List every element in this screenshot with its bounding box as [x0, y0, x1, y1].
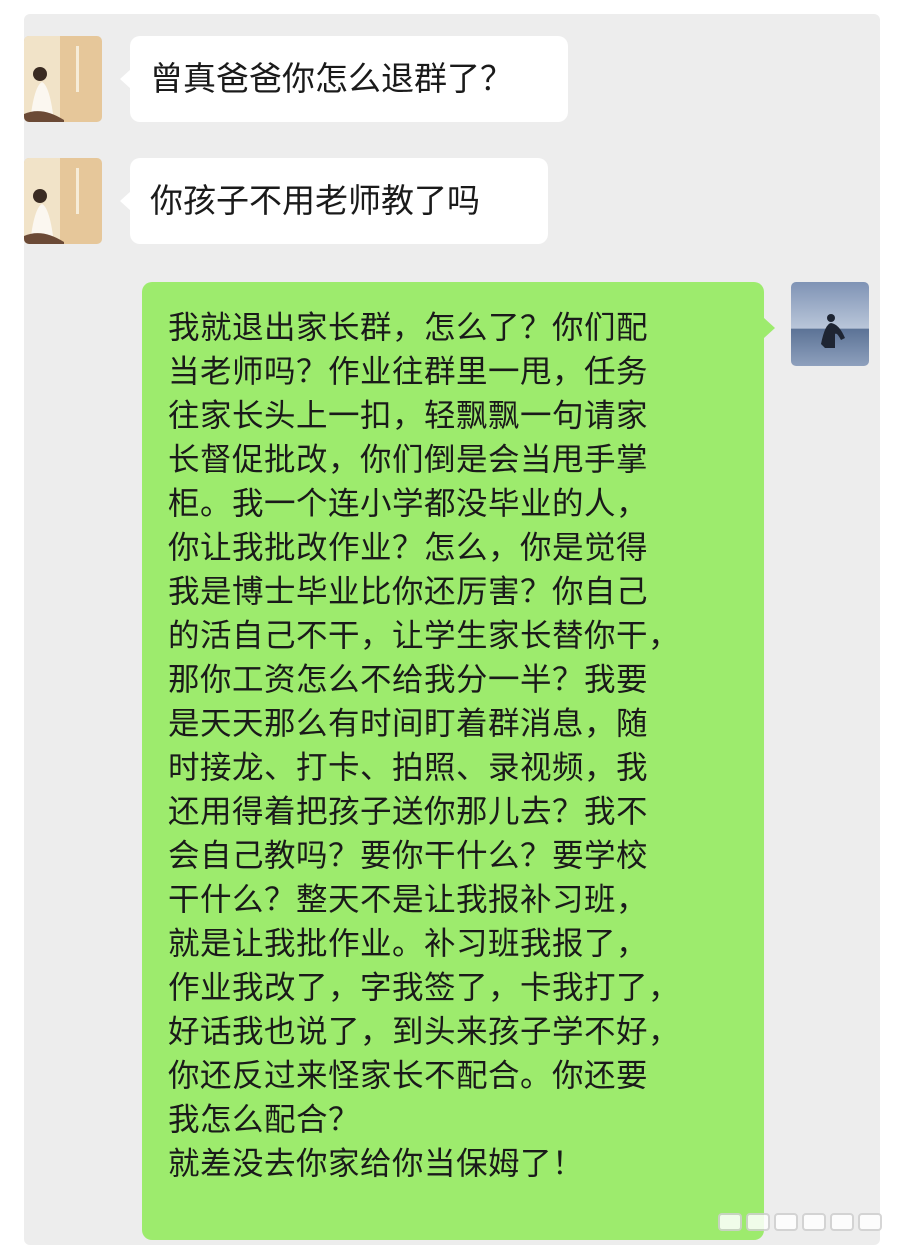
message-line: 就差没去你家给你当保姆了！	[168, 1146, 585, 1182]
message-line: 时接龙、打卡、拍照、录视频，我	[168, 750, 649, 786]
message-line: 作业我改了，字我签了，卡我打了，	[168, 970, 681, 1006]
watermark-logo-icon	[718, 1213, 882, 1231]
message-line: 我怎么配合？	[168, 1102, 361, 1138]
message-line: 好话我也说了，到头来孩子学不好，	[168, 1014, 681, 1050]
message-line: 还用得着把孩子送你那儿去？我不	[168, 794, 649, 830]
message-line: 我是博士毕业比你还厉害？你自己	[168, 574, 649, 610]
message-line: 往家长头上一扣，轻飘飘一句请家	[168, 398, 649, 434]
message-line: 你还反过来怪家长不配合。你还要	[168, 1058, 649, 1094]
message-line: 干什么？整天不是让我报补习班，	[168, 882, 649, 918]
message-line: 柜。我一个连小学都没毕业的人，	[168, 486, 649, 522]
message-line: 你让我批改作业？怎么，你是觉得	[168, 530, 649, 566]
message-line: 我就退出家长群，怎么了？你们配	[168, 310, 649, 346]
chat-panel: 曾真爸爸你怎么退群了？ 你孩子不用老师教了吗 我就退出家长群，怎么了？你们配 当…	[24, 14, 880, 1245]
outgoing-avatar-icon[interactable]	[791, 282, 869, 366]
message-line: 长督促批改，你们倒是会当甩手掌	[168, 442, 649, 478]
message-line: 是天天那么有时间盯着群消息，随	[168, 706, 649, 742]
message-line: 那你工资怎么不给我分一半？我要	[168, 662, 649, 698]
message-line: 就是让我批作业。补习班我报了，	[168, 926, 649, 962]
incoming-message-bubble[interactable]: 你孩子不用老师教了吗	[120, 158, 548, 244]
message-line: 当老师吗？作业往群里一甩，任务	[168, 354, 649, 390]
message-text: 你孩子不用老师教了吗	[150, 181, 480, 220]
incoming-message-bubble[interactable]: 曾真爸爸你怎么退群了？	[120, 36, 568, 122]
incoming-avatar-icon[interactable]	[24, 158, 102, 244]
message-line: 会自己教吗？要你干什么？要学校	[168, 838, 649, 874]
message-line: 的活自己不干，让学生家长替你干，	[168, 618, 681, 654]
chat-screen: 曾真爸爸你怎么退群了？ 你孩子不用老师教了吗 我就退出家长群，怎么了？你们配 当…	[0, 0, 908, 1245]
incoming-avatar-icon[interactable]	[24, 36, 102, 122]
outgoing-message-bubble[interactable]: 我就退出家长群，怎么了？你们配 当老师吗？作业往群里一甩，任务 往家长头上一扣，…	[142, 282, 775, 1240]
message-text: 曾真爸爸你怎么退群了？	[150, 59, 513, 98]
